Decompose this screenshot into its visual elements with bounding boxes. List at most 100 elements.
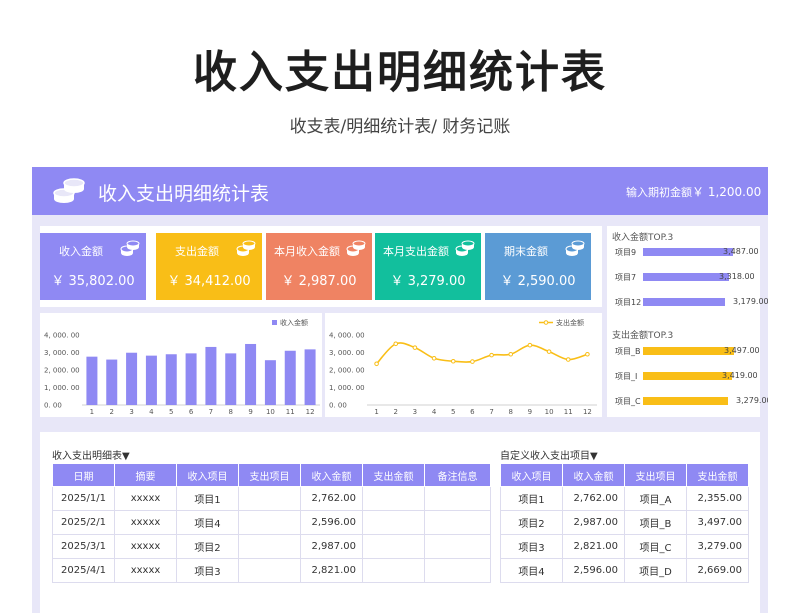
- table-cell[interactable]: 项目3: [500, 534, 563, 559]
- top3-bar: [643, 372, 732, 380]
- table-cell[interactable]: xxxxx: [114, 486, 177, 511]
- top3-item-label: 项目12: [615, 298, 642, 307]
- table-cell[interactable]: xxxxx: [114, 534, 177, 559]
- table-cell[interactable]: [424, 534, 491, 559]
- coins-icon: [346, 240, 366, 256]
- custom-items-table: 收入项目 收入金额 支出项目 支出金额 项目1 2,762.00 项目_A 2,355.00…: [500, 463, 749, 583]
- top3-item-value: 3,279.00: [736, 396, 768, 405]
- table-cell[interactable]: 2,355.00: [686, 486, 749, 511]
- table-cell[interactable]: 2,762.00: [300, 486, 363, 511]
- x-tick-label: 6: [189, 408, 194, 416]
- table-cell[interactable]: 2,987.00: [300, 534, 363, 559]
- table-cell[interactable]: 项目4: [500, 558, 563, 583]
- x-tick-label: 9: [248, 408, 252, 416]
- table-cell[interactable]: [238, 486, 301, 511]
- bar-mark: [284, 350, 296, 405]
- top3-item-value: 3,497.00: [724, 346, 760, 355]
- kpi-card-label: 收入金额: [59, 245, 103, 258]
- kpi-card: 收入金额 ￥ 35,802.00: [40, 233, 146, 300]
- x-tick-label: 7: [489, 408, 493, 416]
- table-cell[interactable]: [424, 510, 491, 535]
- income-bar-chart: 4, 000. 00 3, 000. 00 2, 000. 00 1, 000. 00…: [44, 318, 320, 416]
- table-cell[interactable]: 2,596.00: [300, 510, 363, 535]
- kpi-card: 本月支出金额 ￥ 3,279.00: [375, 233, 481, 300]
- x-tick-label: 5: [169, 408, 173, 416]
- line-point: [508, 351, 514, 357]
- kpi-card-value: ￥ 3,279.00: [390, 274, 466, 289]
- opening-balance-value[interactable]: ￥ 1,200.00: [692, 183, 761, 200]
- table-cell[interactable]: [238, 558, 301, 583]
- table-cell[interactable]: 3,279.00: [686, 534, 749, 559]
- bar-mark: [165, 354, 177, 405]
- table-cell[interactable]: 项目3: [176, 558, 239, 583]
- line-point: [470, 359, 475, 364]
- table-cell[interactable]: 2025/2/1: [52, 510, 115, 535]
- line-point: [393, 341, 399, 347]
- custom-table-title[interactable]: 自定义收入支出项目▼: [500, 447, 598, 462]
- table-cell[interactable]: 项目_D: [624, 558, 687, 583]
- kpi-card-value: ￥ 35,802.00: [51, 274, 135, 289]
- table-cell[interactable]: 2,821.00: [562, 534, 625, 559]
- table-cell[interactable]: 项目_A: [624, 486, 687, 511]
- table-cell[interactable]: 项目1: [500, 486, 563, 511]
- column-header: 收入项目: [176, 463, 239, 487]
- detail-table-title[interactable]: 收入支出明细表▼: [52, 447, 130, 462]
- table-cell[interactable]: xxxxx: [114, 558, 177, 583]
- kpi-card-value: ￥ 2,987.00: [281, 274, 357, 289]
- legend-label: 收入金额: [280, 318, 308, 327]
- y-tick-label: 3, 000. 00: [329, 349, 365, 357]
- series-line: [375, 342, 588, 365]
- table-cell[interactable]: 2025/4/1: [52, 558, 115, 583]
- table-cell[interactable]: 项目2: [176, 534, 239, 559]
- table-cell[interactable]: [362, 510, 425, 535]
- x-tick-label: 11: [286, 408, 295, 416]
- table-cell[interactable]: [362, 558, 425, 583]
- table-cell[interactable]: 2,821.00: [300, 558, 363, 583]
- table-cell[interactable]: 2,669.00: [686, 558, 749, 583]
- y-tick-label: 3, 000. 00: [44, 349, 80, 357]
- x-tick-label: 8: [229, 408, 233, 416]
- y-tick-label: 1, 000. 00: [44, 384, 80, 392]
- top3-bar: [643, 248, 733, 256]
- column-header: 支出金额: [686, 463, 749, 487]
- column-header: 摘要: [114, 463, 177, 487]
- table-cell[interactable]: 2,596.00: [562, 558, 625, 583]
- bar-mark: [304, 349, 316, 405]
- column-header: 日期: [52, 463, 115, 487]
- expense-top3-title: 支出金额TOP.3: [612, 331, 674, 341]
- table-cell[interactable]: 项目2: [500, 510, 563, 535]
- x-tick-label: 10: [545, 408, 554, 416]
- table-cell[interactable]: [362, 486, 425, 511]
- table-cell[interactable]: 项目4: [176, 510, 239, 535]
- top3-bar: [643, 273, 729, 281]
- table-cell[interactable]: 项目_B: [624, 510, 687, 535]
- table-cell[interactable]: [238, 510, 301, 535]
- dashboard-title: 收入支出明细统计表: [98, 183, 270, 205]
- table-cell[interactable]: 项目_C: [624, 534, 687, 559]
- kpi-card: 期末金额 ￥ 2,590.00: [485, 233, 591, 300]
- top3-row: 项目9 3,487.00: [607, 246, 767, 258]
- x-tick-label: 3: [413, 408, 417, 416]
- x-tick-label: 7: [209, 408, 213, 416]
- top3-bar: [643, 397, 728, 405]
- legend-swatch: [272, 320, 277, 325]
- table-cell[interactable]: xxxxx: [114, 510, 177, 535]
- table-cell[interactable]: [362, 534, 425, 559]
- expense-line-chart: 4, 000. 00 3, 000. 00 2, 000. 00 1, 000. 00…: [329, 318, 597, 416]
- table-cell[interactable]: [238, 534, 301, 559]
- top3-item-value: 3,318.00: [719, 272, 755, 281]
- x-tick-label: 12: [583, 408, 592, 416]
- table-cell[interactable]: [424, 486, 491, 511]
- table-cell[interactable]: 2,762.00: [562, 486, 625, 511]
- table-cell[interactable]: 2,987.00: [562, 510, 625, 535]
- table-cell[interactable]: 2025/1/1: [52, 486, 115, 511]
- top3-row: 项目7 3,318.00: [607, 271, 767, 283]
- table-cell[interactable]: 2025/3/1: [52, 534, 115, 559]
- table-cell[interactable]: 3,497.00: [686, 510, 749, 535]
- expense-chart-panel: 4, 000. 00 3, 000. 00 2, 000. 00 1, 000. 00…: [325, 313, 602, 417]
- page-title: 收入支出明细统计表: [193, 47, 607, 98]
- table-cell[interactable]: 项目1: [176, 486, 239, 511]
- x-tick-label: 11: [564, 408, 573, 416]
- top3-item-label: 项目9: [615, 248, 637, 257]
- table-cell[interactable]: [424, 558, 491, 583]
